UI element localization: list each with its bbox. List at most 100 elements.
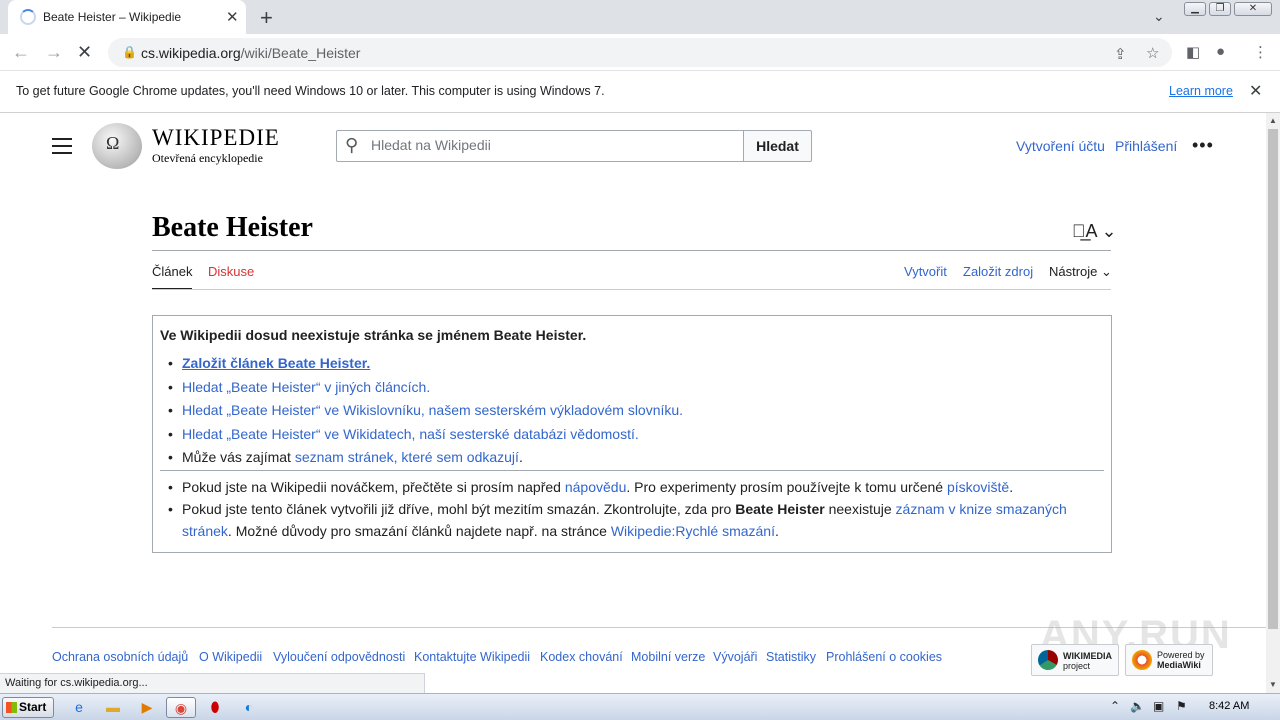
footer-link-developers[interactable]: Vývojáři: [713, 650, 757, 664]
list-item: Pokud jste na Wikipedii nováčkem, přečtě…: [160, 476, 1080, 498]
search-button[interactable]: Hledat: [743, 130, 812, 162]
footer-link-privacy[interactable]: Ochrana osobních údajů: [52, 650, 188, 664]
search-icon: ⚲: [345, 135, 359, 155]
page-title: Beate Heister: [152, 212, 313, 243]
speedy-deletion-policy-link[interactable]: Wikipedie:Rychlé smazání: [611, 523, 775, 539]
search-wikidata-link[interactable]: Hledat „Beate Heister“ ve Wikidatech, na…: [182, 426, 639, 442]
file-explorer-icon[interactable]: ▬: [98, 697, 128, 718]
tools-dropdown[interactable]: Nástroje ⌄: [1049, 264, 1112, 280]
lock-icon[interactable]: 🔒: [122, 45, 137, 59]
bookmark-star-icon[interactable]: ☆: [1146, 44, 1159, 62]
scrollbar-thumb[interactable]: [1268, 129, 1278, 629]
page-scrollbar[interactable]: ▲ ▼: [1266, 113, 1280, 693]
url-text[interactable]: cs.wikipedia.org/wiki/Beate_Heister: [141, 45, 360, 61]
windows-taskbar: Start e ▬ ▶ ◉ ⬮ ◐ ⌃ 🔈 ▣ ⚑ 8:42 AM: [0, 693, 1280, 720]
tray-expand-icon[interactable]: ⌃: [1110, 699, 1120, 713]
main-menu-icon[interactable]: [52, 138, 72, 154]
tab-strip: Beate Heister – Wikipedie ✕ + ⌄ ▁ ❐ ✕: [0, 0, 1280, 34]
infobar-message: To get future Google Chrome updates, you…: [16, 84, 605, 98]
menu-kebab-icon[interactable]: ⋮: [1253, 43, 1268, 61]
sandbox-link[interactable]: pískoviště: [947, 479, 1009, 495]
notice-heading: Ve Wikipedii dosud neexistuje stránka se…: [160, 327, 587, 343]
search-input[interactable]: [371, 137, 731, 153]
close-tab-icon[interactable]: ✕: [226, 8, 239, 26]
tab-create[interactable]: Vytvořit: [904, 264, 947, 279]
edge-icon[interactable]: ◐: [234, 697, 264, 718]
tab-talk[interactable]: Diskuse: [208, 264, 254, 279]
learn-more-link[interactable]: Learn more: [1169, 84, 1233, 98]
media-player-icon[interactable]: ▶: [132, 697, 162, 718]
taskbar-clock[interactable]: 8:42 AM: [1209, 700, 1249, 712]
internet-explorer-icon[interactable]: e: [64, 697, 94, 718]
search-wiktionary-link[interactable]: Hledat „Beate Heister“ ve Wikislovníku, …: [182, 402, 683, 418]
wikimedia-project-badge[interactable]: WIKIMEDIA project: [1031, 644, 1119, 676]
restore-button[interactable]: ❐: [1209, 2, 1231, 16]
loading-status-bubble: Waiting for cs.wikipedia.org...: [0, 673, 425, 693]
action-center-flag-icon[interactable]: ⚑: [1176, 699, 1187, 713]
share-icon[interactable]: ⇪: [1114, 45, 1127, 63]
notice-actions-list: Založit článek Beate Heister. Hledat „Be…: [160, 352, 683, 470]
notice-help-list: Pokud jste na Wikipedii nováčkem, přečtě…: [160, 476, 1080, 542]
footer-link-statistics[interactable]: Statistiky: [766, 650, 816, 664]
profile-avatar-icon[interactable]: ●: [1216, 43, 1225, 60]
scroll-down-icon[interactable]: ▼: [1269, 680, 1277, 689]
search-articles-link[interactable]: Hledat „Beate Heister“ v jiných článcích…: [182, 379, 430, 395]
scroll-up-icon[interactable]: ▲: [1269, 116, 1277, 125]
network-icon[interactable]: ▣: [1153, 699, 1164, 713]
minimize-button[interactable]: ▁: [1184, 2, 1206, 16]
tab-article[interactable]: Článek: [152, 264, 192, 279]
powered-by-mediawiki-badge[interactable]: Powered by MediaWiki: [1125, 644, 1213, 676]
side-panel-icon[interactable]: ◧: [1186, 43, 1200, 61]
list-item: Hledat „Beate Heister“ v jiných článcích…: [160, 376, 683, 400]
forward-icon[interactable]: →: [45, 42, 63, 63]
chevron-down-icon: ⌄: [1101, 264, 1112, 279]
notice-divider: [160, 470, 1104, 471]
browser-tab[interactable]: Beate Heister – Wikipedie ✕: [8, 0, 246, 34]
windows-logo-icon: [6, 702, 17, 713]
new-tab-icon[interactable]: +: [260, 5, 273, 31]
wikimedia-logo-icon: [1038, 650, 1058, 670]
list-item: Hledat „Beate Heister“ ve Wikislovníku, …: [160, 399, 683, 423]
antivirus-icon[interactable]: ⬮: [200, 697, 230, 718]
tabs-divider: [152, 289, 1111, 290]
no-article-notice: Ve Wikipedii dosud neexistuje stránka se…: [152, 315, 1112, 553]
tab-title: Beate Heister – Wikipedie: [43, 10, 182, 24]
create-article-link[interactable]: Založit článek Beate Heister.: [182, 355, 370, 371]
search-box: ⚲: [336, 130, 744, 162]
wikipedia-wordmark[interactable]: WIKIPEDIE: [152, 125, 280, 151]
footer-link-about[interactable]: O Wikipedii: [199, 650, 262, 664]
close-infobar-icon[interactable]: ✕: [1249, 81, 1262, 101]
wikipedia-globe-logo[interactable]: Ω: [92, 123, 142, 169]
update-infobar: To get future Google Chrome updates, you…: [0, 71, 1280, 113]
loading-spinner-icon: [20, 9, 36, 25]
chrome-taskbar-icon[interactable]: ◉: [166, 697, 196, 718]
what-links-here-link[interactable]: seznam stránek, které sem odkazují: [295, 449, 519, 465]
login-link[interactable]: Přihlášení: [1115, 138, 1177, 154]
address-bar[interactable]: 🔒 cs.wikipedia.org/wiki/Beate_Heister ⇪ …: [108, 38, 1172, 67]
help-link[interactable]: nápovědu: [565, 479, 627, 495]
start-button[interactable]: Start: [2, 697, 54, 718]
list-item: Může vás zajímat seznam stránek, které s…: [160, 446, 683, 470]
footer-link-mobile[interactable]: Mobilní verze: [631, 650, 705, 664]
footer-link-code-of-conduct[interactable]: Kodex chování: [540, 650, 623, 664]
stop-loading-icon[interactable]: ✕: [77, 42, 92, 63]
mediawiki-logo-icon: [1132, 650, 1152, 670]
back-icon[interactable]: ←: [12, 42, 30, 63]
wikipedia-page: Ω WIKIPEDIE Otevřená encyklopedie ⚲ Hled…: [0, 113, 1266, 693]
language-switch-icon[interactable]: 文̲A ⌄: [1072, 221, 1117, 242]
more-options-icon[interactable]: •••: [1192, 135, 1214, 156]
title-divider: [152, 250, 1111, 251]
list-item: Pokud jste tento článek vytvořili již dř…: [160, 498, 1080, 542]
volume-icon[interactable]: 🔈: [1130, 699, 1145, 713]
wikipedia-tagline: Otevřená encyklopedie: [152, 151, 263, 165]
footer-link-disclaimer[interactable]: Vyloučení odpovědnosti: [273, 650, 405, 664]
tab-search-chevron-icon[interactable]: ⌄: [1153, 8, 1165, 25]
footer-link-contact[interactable]: Kontaktujte Wikipedii: [414, 650, 530, 664]
footer-link-cookies[interactable]: Prohlášení o cookies: [826, 650, 942, 664]
create-account-link[interactable]: Vytvoření účtu: [1016, 138, 1105, 154]
list-item: Založit článek Beate Heister.: [160, 352, 683, 376]
close-window-button[interactable]: ✕: [1234, 2, 1272, 16]
browser-toolbar: ← → ✕ 🔒 cs.wikipedia.org/wiki/Beate_Heis…: [0, 34, 1280, 71]
tab-create-source[interactable]: Založit zdroj: [963, 264, 1033, 279]
list-item: Hledat „Beate Heister“ ve Wikidatech, na…: [160, 423, 683, 447]
